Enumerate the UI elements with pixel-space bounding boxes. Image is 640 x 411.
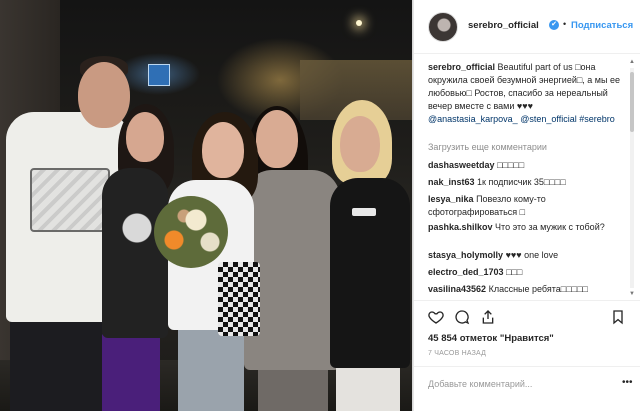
verified-badge-icon: ✔: [549, 20, 559, 30]
scroll-down-icon[interactable]: ▼: [628, 290, 636, 298]
comment-username[interactable]: vasilina43562: [428, 284, 486, 294]
comment-text: □□□□□: [497, 160, 525, 170]
comment-username[interactable]: pashka.shilkov: [428, 222, 493, 232]
share-icon[interactable]: [480, 309, 496, 325]
comment-item: nak_inst63 1к подписчик 35□□□□: [428, 176, 624, 189]
photo-street-lamp: [356, 20, 362, 26]
scroll-up-icon[interactable]: ▲: [628, 58, 636, 66]
photo-flower-bouquet: [154, 196, 228, 268]
photo-checkered-bag: [218, 262, 260, 336]
add-comment-input[interactable]: [428, 376, 624, 392]
comment-item: dashasweetday □□□□□: [428, 159, 624, 172]
caption-username[interactable]: serebro_official: [428, 62, 495, 72]
post-timestamp: 7 ЧАСОВ НАЗАД: [428, 350, 487, 357]
comment-text: Классные ребята□□□□□: [488, 284, 588, 294]
comment-username[interactable]: nak_inst63: [428, 177, 475, 187]
bookmark-icon[interactable]: [610, 309, 626, 325]
header-separator: •: [563, 19, 567, 29]
post-caption: serebro_official Beautiful part of us □о…: [428, 61, 624, 126]
comment-item: stasya_holymolly ♥♥♥ one love: [428, 249, 624, 262]
mention-link-2[interactable]: @sten_official: [520, 114, 577, 124]
photo-street-sign: [148, 64, 170, 86]
add-comment-bar: •••: [414, 366, 640, 411]
profile-avatar[interactable]: [428, 12, 458, 42]
comment-text: Что это за мужик с тобой?: [495, 222, 605, 232]
post-header: serebro_official ✔ • Подписаться: [414, 0, 640, 54]
comment-username[interactable]: lesya_nika: [428, 194, 474, 204]
heart-icon[interactable]: [428, 309, 444, 325]
comments-scroll-area[interactable]: serebro_official Beautiful part of us □о…: [414, 55, 640, 295]
comment-item: vasilina43562 Классные ребята□□□□□: [428, 283, 624, 295]
comments-scrollbar[interactable]: ▲ ▼: [628, 58, 636, 298]
comment-username[interactable]: stasya_holymolly: [428, 250, 503, 260]
more-options-icon[interactable]: •••: [622, 377, 633, 388]
mention-link-1[interactable]: @anastasia_karpova_: [428, 114, 518, 124]
scrollbar-thumb[interactable]: [630, 72, 634, 132]
comment-text: 1к подписчик 35□□□□: [477, 177, 566, 187]
comment-username[interactable]: dashasweetday: [428, 160, 495, 170]
post-photo[interactable]: [0, 0, 412, 411]
comment-item: electro_ded_1703 □□□: [428, 266, 624, 279]
header-username[interactable]: serebro_official: [468, 20, 539, 31]
comment-text: □□□: [506, 267, 523, 277]
load-more-comments-link[interactable]: Загрузить еще комментарии: [428, 142, 547, 152]
likes-count[interactable]: 45 854 отметок "Нравится": [428, 333, 554, 344]
post-side-panel: serebro_official ✔ • Подписаться serebro…: [413, 0, 640, 411]
comment-icon[interactable]: [454, 309, 470, 325]
comment-item: lesya_nika Повезло кому-то сфотографиров…: [428, 193, 624, 219]
hashtag-link[interactable]: #serebro: [579, 114, 615, 124]
follow-button[interactable]: Подписаться: [571, 20, 633, 31]
comment-item: pashka.shilkov Что это за мужик с тобой?: [428, 221, 624, 234]
comment-username[interactable]: electro_ded_1703: [428, 267, 504, 277]
post-actions-bar: [414, 300, 640, 330]
comment-text: ♥♥♥ one love: [505, 250, 559, 260]
instagram-post-window: serebro_official ✔ • Подписаться serebro…: [0, 0, 640, 411]
